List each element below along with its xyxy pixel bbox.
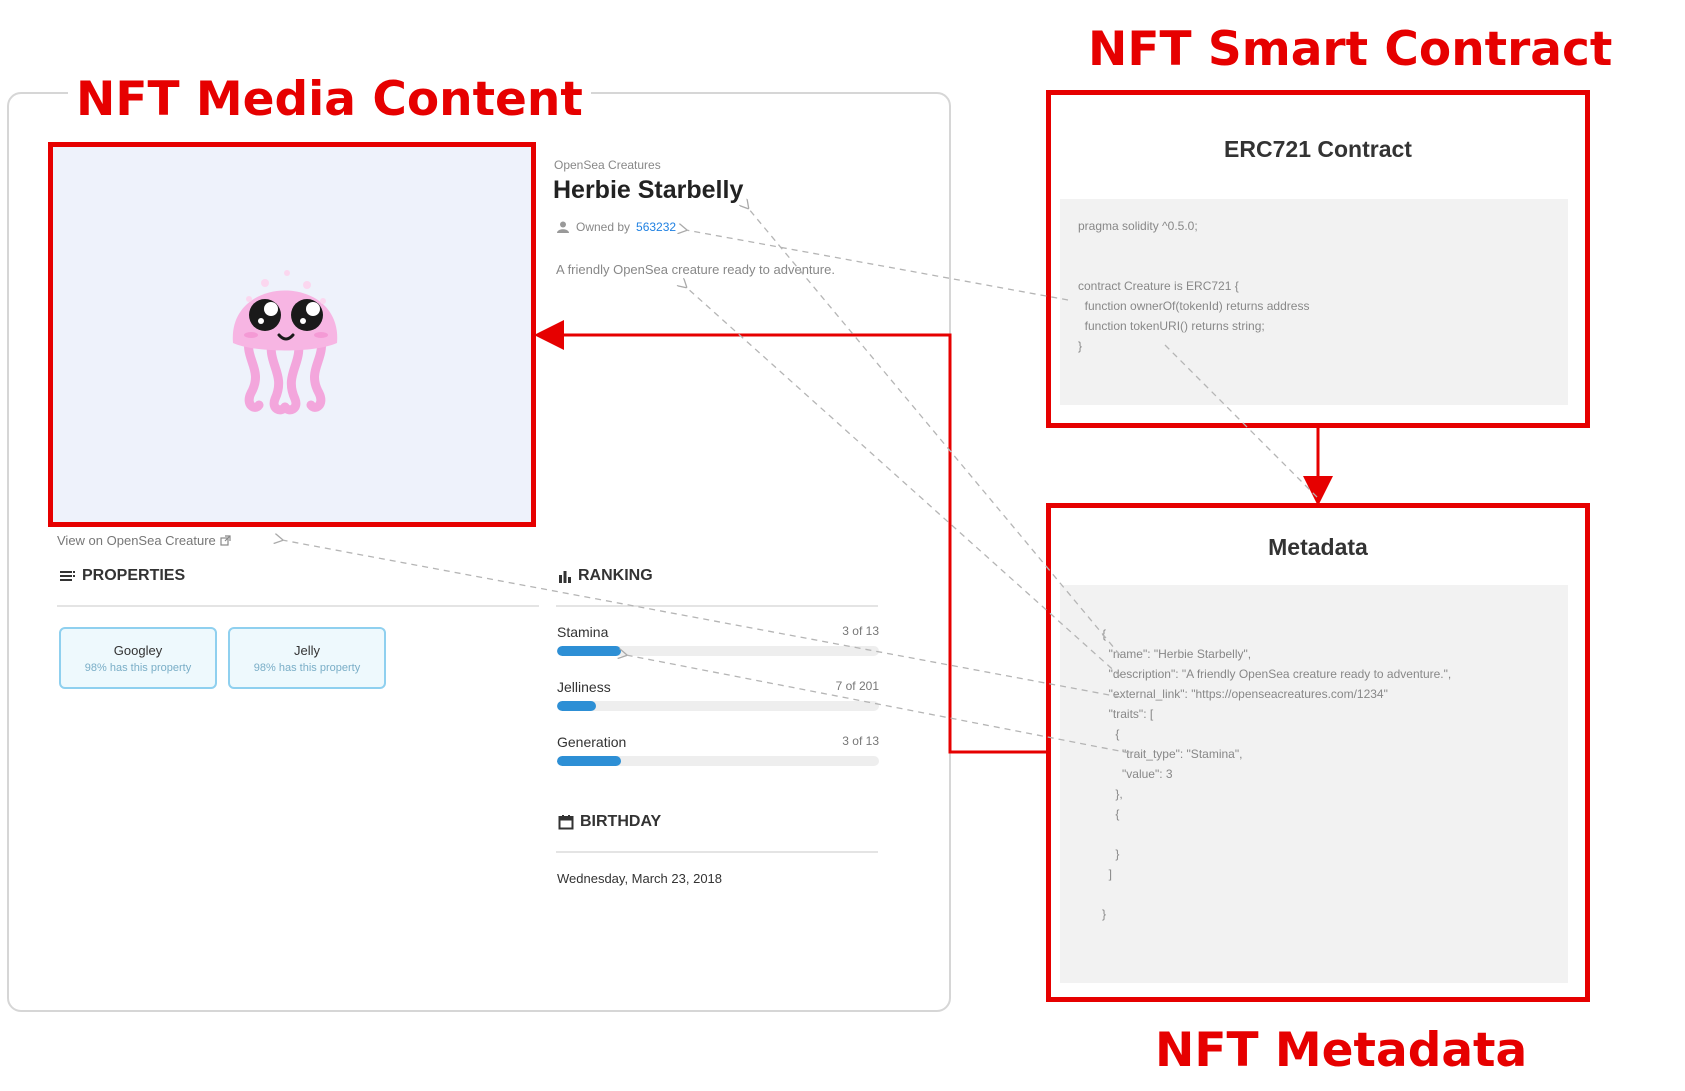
tokenuri-mapping-line (1164, 344, 1319, 499)
connector-overlay (0, 0, 1333, 756)
description-mapping-line (686, 287, 1121, 677)
metadata-to-media-arrow (534, 320, 1046, 754)
trait-mapping-line (626, 655, 1141, 756)
owner-mapping-line (686, 230, 1069, 301)
